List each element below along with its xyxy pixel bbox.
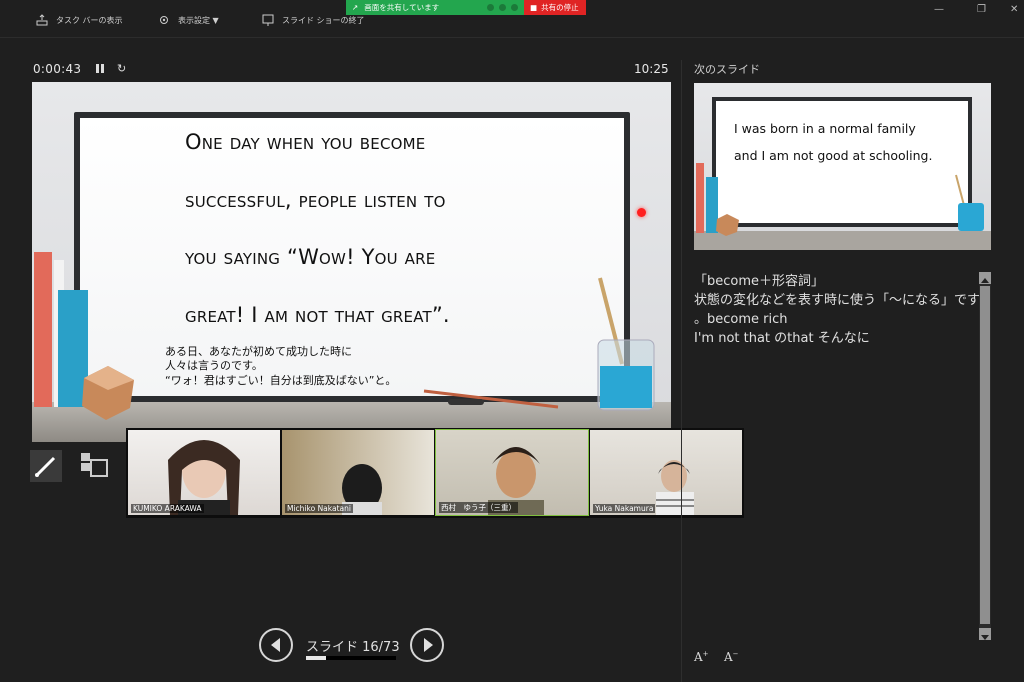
display-settings-label: 表示設定 ▼ [178,15,219,25]
slide-counter: スライド 16/73 [306,640,400,655]
stop-icon: ■ [530,3,538,12]
note-line: 「become＋形容詞」 [694,274,825,289]
speaker-notes[interactable]: 「become＋形容詞」 状態の変化などを表す時に使う「～になる」です 。bec… [694,272,981,652]
next-slide-button[interactable] [410,628,444,662]
screen-share-banner: ↗ 画面を共有しています ■ 共有の停止 [346,0,586,15]
participant-tile[interactable]: Michiko Nakatani [282,430,434,515]
slide-text-line: great! I am not that great”. [185,303,450,327]
decrease-font-size-button[interactable]: A− [724,650,739,664]
reset-timer-icon[interactable]: ↻ [117,62,129,75]
slides-grid-icon [81,453,108,477]
participant-tile-active[interactable]: 西村 ゆう子（三重） [435,429,589,516]
shield-icon[interactable] [511,4,518,11]
increase-font-size-button[interactable]: A+ [694,650,709,664]
video-strip: KUMIKO ARAKAWA Michiko Nakatani 西村 ゆう子（三… [126,428,744,518]
next-slide-label: 次のスライド [694,63,760,76]
laser-pointer [637,208,646,217]
note-line: 状態の変化などを表す時に使う「～になる」です [694,293,981,308]
minimize-button[interactable]: — [934,4,944,15]
restore-button[interactable]: ❐ [977,4,986,15]
sharing-icon: ↗ [352,3,359,12]
elapsed-timer: 0:00:43 [33,62,82,76]
slide-progress-bar [306,656,396,660]
display-settings-button[interactable]: 表示設定 ▼ [158,14,219,26]
panel-divider [681,60,682,682]
pencil-decoration [423,389,559,409]
slide-progress-fill [306,656,326,660]
participant-name: KUMIKO ARAKAWA [131,504,204,513]
slide-text-line: One day when you become [185,130,426,154]
slide-text-line: successful, people listen to [185,188,446,212]
sharing-indicator: ↗ 画面を共有しています [346,0,524,15]
participant-name: 西村 ゆう子（三重） [439,502,518,513]
clock: 10:25 [634,62,669,76]
scroll-up-button[interactable] [979,272,991,284]
chevron-left-icon [271,638,280,652]
pen-tool-button[interactable] [30,450,62,482]
participant-name: Yuka Nakamura [593,504,656,513]
slide-jp-line: “ワォ！君はすごい！自分は到底及ばない”と。 [165,374,397,387]
participant-video [342,464,382,515]
stop-sharing-label: 共有の停止 [541,3,579,12]
end-slideshow-button[interactable]: スライド ショーの終了 [262,14,365,26]
brush-jar-decoration [597,277,655,411]
stop-sharing-button[interactable]: ■ 共有の停止 [524,0,586,15]
participant-video [168,440,240,515]
participant-name: Michiko Nakatani [285,504,353,513]
participant-tile[interactable]: KUMIKO ARAKAWA [128,430,280,515]
close-button[interactable]: ✕ [1010,4,1018,15]
pause-icon[interactable] [95,63,105,74]
scroll-thumb[interactable] [980,286,990,624]
end-slideshow-label: スライド ショーの終了 [282,15,365,25]
next-slide-text-line: I was born in a normal family [734,121,916,136]
pen-icon [35,456,56,477]
slide-jp-line: 人々は言うのです。 [165,359,263,372]
geometric-ornament [82,366,134,420]
current-slide[interactable]: One day when you become successful, peop… [32,82,671,442]
chevron-right-icon [424,638,433,652]
chevron-down-icon [981,635,989,640]
scroll-down-button[interactable] [979,628,991,640]
note-line: I'm not that のthat そんなに [694,331,870,346]
next-slide-text-line: and I am not good at schooling. [734,148,933,163]
show-taskbar-button[interactable]: タスク バーの表示 [36,14,123,26]
brush-jar-decoration [955,174,984,231]
slide-text-line: you saying “Wow! You are [185,245,436,269]
geometric-ornament [716,214,739,236]
taskbar-icon [36,14,48,26]
view-all-slides-button[interactable] [78,450,110,482]
notes-scrollbar[interactable] [979,272,991,640]
end-show-icon [262,14,274,26]
next-slide-preview[interactable]: I was born in a normal family and I am n… [694,83,991,250]
note-line: 。become rich [694,312,788,327]
sharing-text: 画面を共有しています [364,3,440,12]
gear-icon [160,16,168,24]
info-icon[interactable] [499,4,506,11]
previous-slide-button[interactable] [259,628,293,662]
show-taskbar-label: タスク バーの表示 [56,15,123,25]
audio-icon[interactable] [487,4,494,11]
